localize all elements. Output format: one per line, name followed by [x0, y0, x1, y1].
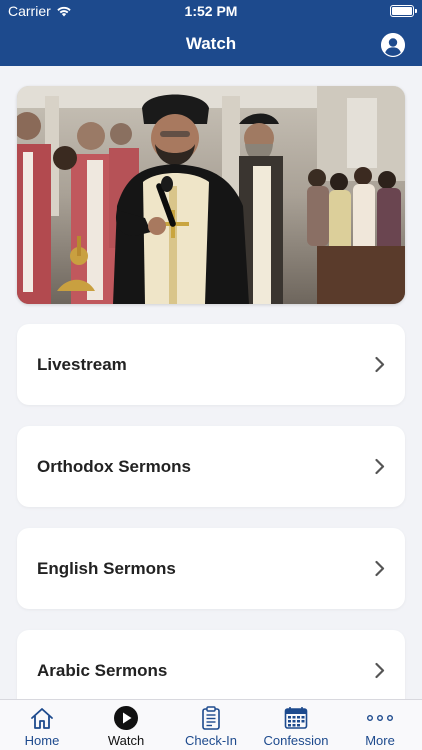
house-icon: [31, 708, 53, 729]
status-bar: Carrier 1:52 PM: [0, 0, 422, 22]
more-dots-icon: [367, 714, 394, 721]
menu-item-label: English Sermons: [37, 559, 176, 578]
tab-confession[interactable]: Confession: [254, 700, 338, 750]
chevron-right-icon: [375, 560, 385, 577]
status-time: 1:52 PM: [184, 3, 238, 19]
clipboard-icon: [202, 706, 220, 730]
tab-home[interactable]: Home: [0, 700, 84, 750]
chevron-right-icon: [375, 458, 385, 475]
page-title: Watch: [185, 34, 237, 53]
tab-check-in[interactable]: Check-In: [168, 700, 254, 750]
person-circle-icon: [381, 33, 405, 57]
menu-item-label: Orthodox Sermons: [37, 457, 191, 476]
tab-label: More: [365, 733, 395, 748]
menu-item-english-sermons[interactable]: English Sermons: [17, 528, 405, 609]
tab-label: Confession: [263, 733, 329, 748]
tab-more[interactable]: More: [338, 700, 422, 750]
battery-icon: [390, 5, 417, 17]
calendar-icon: [284, 707, 308, 729]
tab-bar: Home Watch Check-In Confession More: [0, 699, 422, 750]
chevron-right-icon: [375, 662, 385, 679]
nav-header: Carrier 1:52 PM Watch: [0, 0, 422, 66]
hero-image: [17, 86, 405, 304]
tab-label: Watch: [107, 733, 145, 748]
play-circle-icon: [114, 706, 138, 730]
tab-watch[interactable]: Watch: [84, 700, 168, 750]
profile-button[interactable]: [381, 33, 405, 57]
tab-label: Check-In: [184, 733, 238, 748]
menu-item-livestream[interactable]: Livestream: [17, 324, 405, 405]
menu-item-label: Livestream: [37, 355, 127, 374]
tab-label: Home: [24, 733, 60, 748]
chevron-right-icon: [375, 356, 385, 373]
priest-sermon-photo: [17, 86, 405, 304]
menu-item-orthodox-sermons[interactable]: Orthodox Sermons: [17, 426, 405, 507]
